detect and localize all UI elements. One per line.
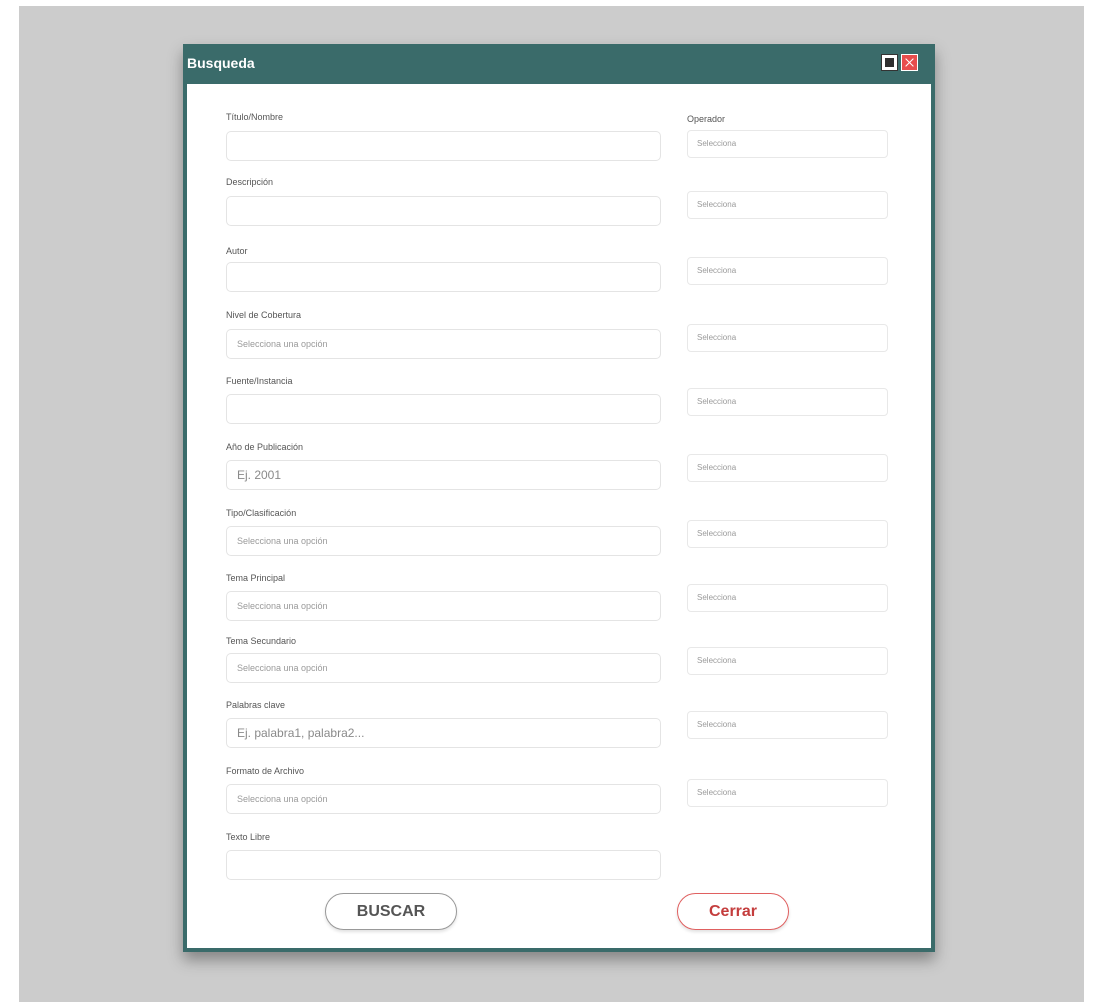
operator-select-type[interactable]: Selecciona (687, 520, 888, 548)
operator-select-coverage[interactable]: Selecciona (687, 324, 888, 352)
operator-select-file-format[interactable]: Selecciona (687, 779, 888, 807)
source-input[interactable] (226, 394, 661, 424)
field-label-year: Año de Publicación (226, 442, 304, 452)
close-icon[interactable] (901, 54, 918, 71)
free-text-input[interactable] (226, 850, 661, 880)
field-label-file-format: Formato de Archivo (226, 766, 305, 776)
field-label-source: Fuente/Instancia (226, 376, 293, 386)
secondary-topic-select[interactable]: Selecciona una opción (226, 653, 661, 683)
field-label-type: Tipo/Clasificación (226, 508, 297, 518)
operator-select-title[interactable]: Selecciona (687, 130, 888, 158)
field-label-description: Descripción (226, 177, 274, 187)
field-label-free-text: Texto Libre (226, 832, 271, 842)
description-input[interactable] (226, 196, 661, 226)
file-format-select[interactable]: Selecciona una opción (226, 784, 661, 814)
field-label-coverage: Nivel de Cobertura (226, 310, 302, 320)
operator-select-source[interactable]: Selecciona (687, 388, 888, 416)
keywords-input[interactable]: Ej. palabra1, palabra2... (226, 718, 661, 748)
field-label-keywords: Palabras clave (226, 700, 286, 710)
year-input[interactable]: Ej. 2001 (226, 460, 661, 490)
operator-select-year[interactable]: Selecciona (687, 454, 888, 482)
operator-select-author[interactable]: Selecciona (687, 257, 888, 285)
author-input[interactable] (226, 262, 661, 292)
search-dialog: Busqueda Operador Título/Nombre Seleccio… (183, 44, 935, 952)
operator-header: Operador (687, 114, 726, 124)
field-label-secondary-topic: Tema Secundario (226, 636, 297, 646)
field-label-title: Título/Nombre (226, 112, 284, 122)
operator-select-main-topic[interactable]: Selecciona (687, 584, 888, 612)
type-select[interactable]: Selecciona una opción (226, 526, 661, 556)
restore-icon[interactable] (881, 54, 898, 71)
dialog-title: Busqueda (187, 55, 255, 71)
operator-select-keywords[interactable]: Selecciona (687, 711, 888, 739)
dialog-titlebar: Busqueda (183, 44, 935, 84)
operator-select-description[interactable]: Selecciona (687, 191, 888, 219)
field-label-main-topic: Tema Principal (226, 573, 286, 583)
operator-select-secondary-topic[interactable]: Selecciona (687, 647, 888, 675)
field-label-author: Autor (226, 246, 248, 256)
coverage-select[interactable]: Selecciona una opción (226, 329, 661, 359)
main-topic-select[interactable]: Selecciona una opción (226, 591, 661, 621)
title-input[interactable] (226, 131, 661, 161)
close-button[interactable]: Cerrar (677, 893, 789, 930)
search-button[interactable]: BUSCAR (325, 893, 457, 930)
